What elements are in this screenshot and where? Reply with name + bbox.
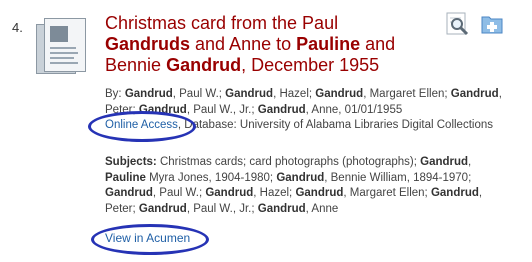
magnifier-icon[interactable] xyxy=(446,12,470,36)
search-result-item: 4. Christmas card from the Paul Gandruds… xyxy=(0,0,532,262)
view-in-acumen-link[interactable]: View in Acumen xyxy=(105,231,190,245)
result-number: 4. xyxy=(12,20,23,35)
database-text: , Database: University of Alabama Librar… xyxy=(177,119,493,131)
result-title-link[interactable]: Christmas card from the Paul Gandruds an… xyxy=(105,13,425,76)
document-thumbnail-icon[interactable] xyxy=(30,14,88,80)
access-line: Online Access, Database: University of A… xyxy=(105,118,515,134)
add-folder-icon[interactable] xyxy=(480,12,504,36)
authors-line: By: Gandrud, Paul W.; Gandrud, Hazel; Ga… xyxy=(105,88,502,116)
online-access-link[interactable]: Online Access xyxy=(105,119,178,131)
subjects-line: Subjects: Christmas cards; card photogra… xyxy=(105,156,483,215)
